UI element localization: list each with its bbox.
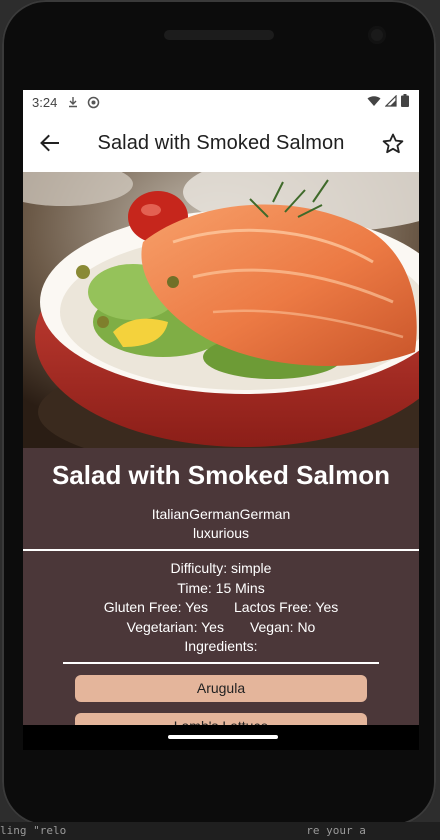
lactose-free-label: Lactos Free: Yes [234,599,339,616]
device-screen: 3:24 Salad with Smoked Salmon Salad with… [23,90,419,750]
gesture-nav-bar [23,725,419,750]
emulator-stage: 3:24 Salad with Smoked Salmon Salad with… [0,0,440,840]
recipe-details: Salad with Smoked Salmon ItalianGermanGe… [23,448,419,730]
recipe-title: Salad with Smoked Salmon [51,460,391,490]
battery-icon [401,94,409,110]
app-bar: Salad with Smoked Salmon [23,114,419,172]
difficulty-label: Difficulty: simple [170,560,272,576]
download-icon [67,96,79,108]
vegetarian-label: Vegetarian: Yes [126,618,224,635]
sync-icon [87,96,100,109]
signal-icon [384,94,397,110]
home-gesture-handle[interactable] [168,735,278,739]
ide-backdrop-text: ling "relo re your a [0,822,440,840]
recipe-info: Difficulty: simple Time: 15 Mins Gluten … [23,559,419,657]
back-button[interactable] [23,134,75,152]
status-time: 3:24 [32,94,58,110]
ide-snippet-right: re your a [306,824,366,837]
recipe-cuisines: ItalianGermanGerman [151,506,291,522]
front-camera [368,26,386,44]
app-bar-title: Salad with Smoked Salmon [97,131,345,154]
device-frame: 3:24 Salad with Smoked Salmon Salad with… [2,0,436,826]
gluten-free-label: Gluten Free: Yes [103,599,208,616]
recipe-affordability: luxurious [192,525,250,541]
vegan-label: Vegan: No [249,618,316,635]
wifi-icon [367,95,381,110]
ingredients-divider [63,661,379,664]
status-bar: 3:24 [23,90,419,114]
favorite-button[interactable] [367,133,419,154]
ingredient-item: Arugula [75,674,367,702]
earpiece-speaker [164,30,274,40]
star-outline-icon [382,133,404,153]
ide-snippet-left: ling "relo [0,824,67,837]
time-label: Time: 15 Mins [177,579,265,596]
section-divider [23,549,419,551]
gluten-lactose-row: Gluten Free: Yes Lactos Free: Yes [23,598,419,618]
vegetarian-vegan-row: Vegetarian: Yes Vegan: No [23,618,419,638]
ingredients-heading: Ingredients: [184,638,258,655]
recipe-image [23,172,419,448]
status-right-icons [367,94,409,110]
arrow-back-icon [40,134,59,152]
